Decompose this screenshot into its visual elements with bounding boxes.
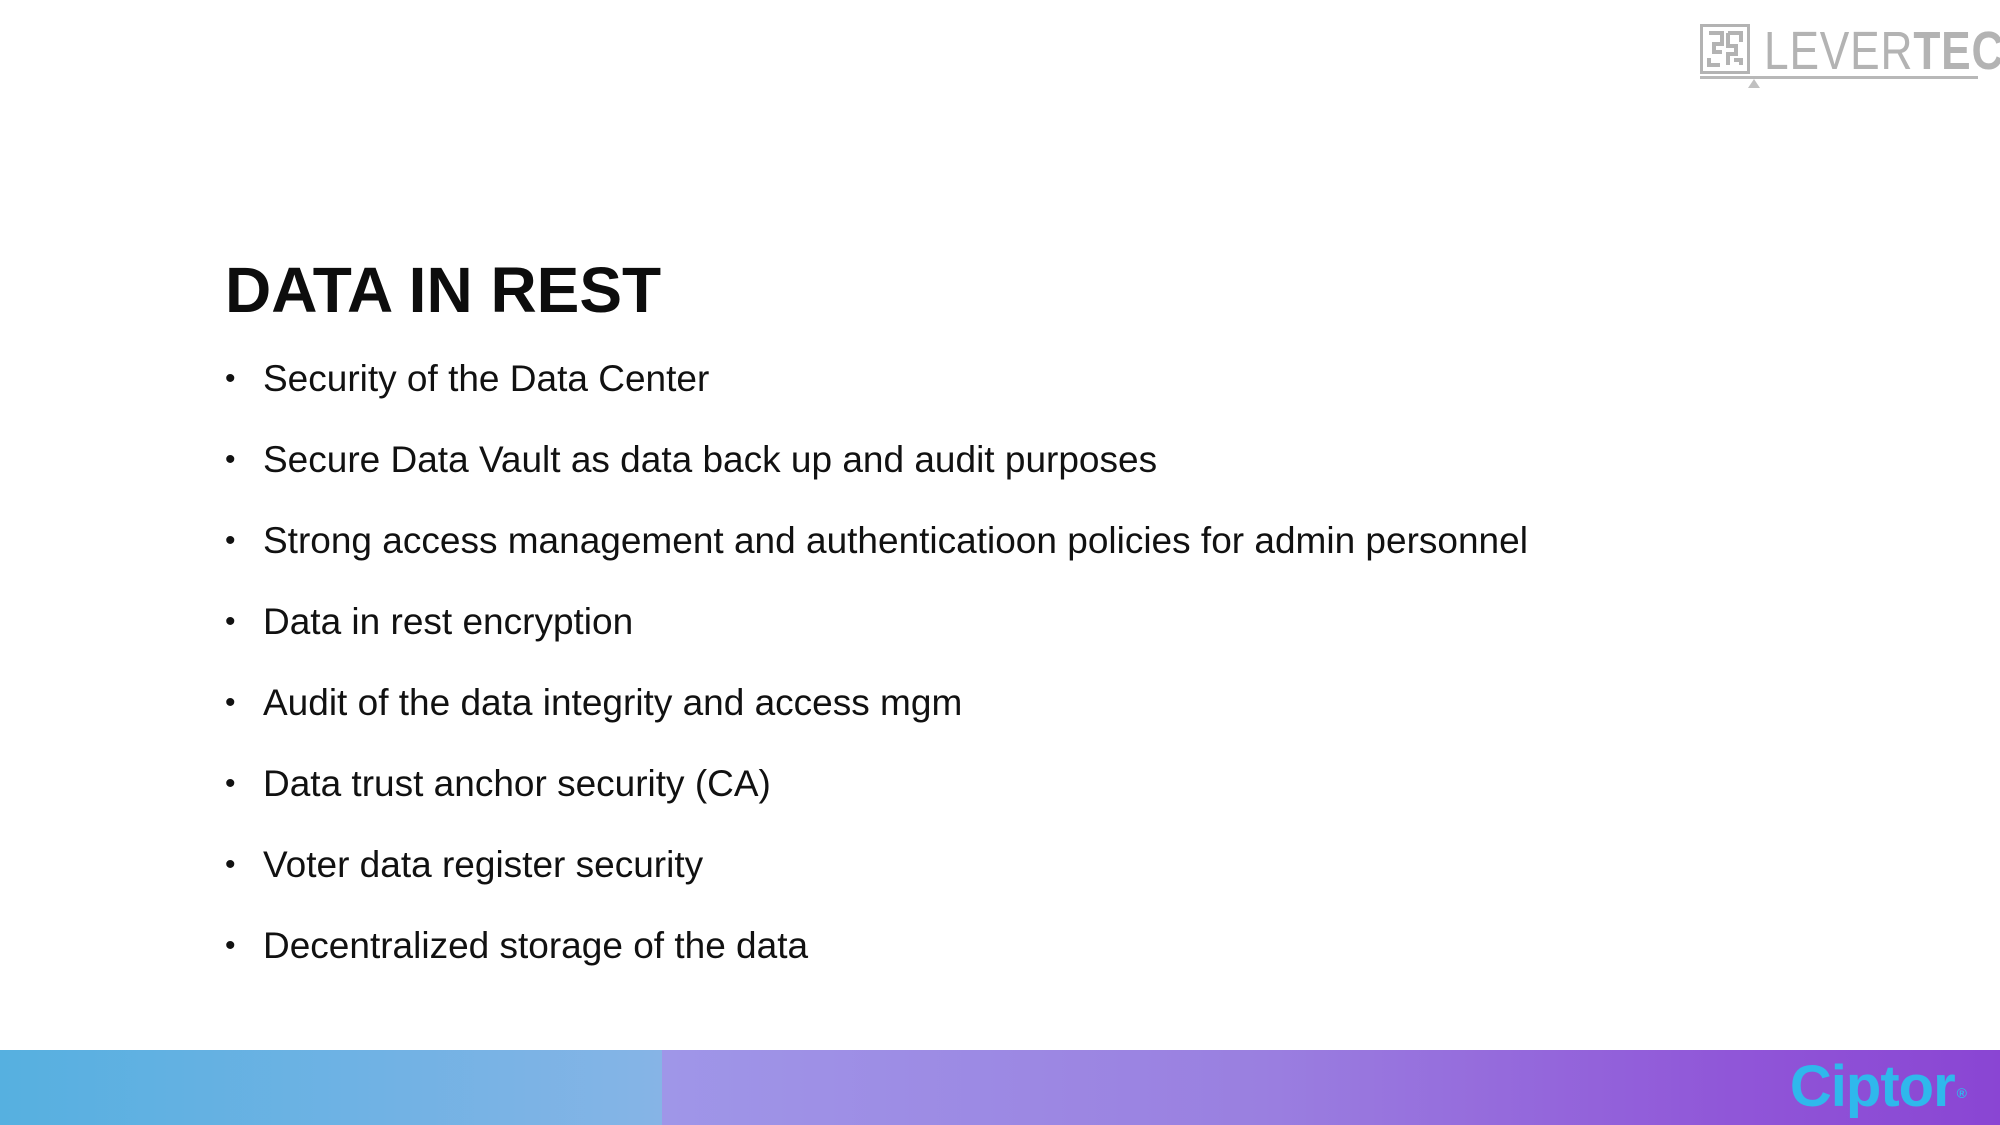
bullet-item: • Voter data register security bbox=[225, 842, 1528, 923]
bullet-item: • Strong access management and authentica… bbox=[225, 518, 1528, 599]
bullet-dot: • bbox=[225, 929, 236, 962]
brand-name: Ciptor bbox=[1789, 1054, 1956, 1119]
logo-text-bold: TECH bbox=[1913, 21, 2000, 81]
bullet-text: Strong access management and authenticat… bbox=[263, 520, 1528, 561]
bullet-item: • Decentralized storage of the data bbox=[225, 923, 1528, 1004]
logo-triangle bbox=[1748, 79, 1760, 88]
bullet-text: Voter data register security bbox=[263, 844, 704, 885]
logo-underline bbox=[1700, 76, 1978, 79]
logo-wordmark: LEVERTECH bbox=[1764, 20, 2000, 82]
brand-registered-mark: ® bbox=[1956, 1085, 1967, 1101]
bullet-list: • Security of the Data Center • Secure Dat… bbox=[225, 356, 1528, 1004]
bullet-item: • Data in rest encryption bbox=[225, 599, 1528, 680]
bullet-dot: • bbox=[225, 686, 236, 719]
bullet-item: • Data trust anchor security (CA) bbox=[225, 761, 1528, 842]
maze-square-icon bbox=[1700, 24, 1750, 74]
slide: LEVERTECH DATA IN REST • Security of the … bbox=[0, 0, 2000, 1125]
bullet-text: Secure Data Vault as data back up and au… bbox=[263, 439, 1158, 480]
logo-text-light: LEVER bbox=[1764, 21, 1914, 81]
bullet-text: Audit of the data integrity and access m… bbox=[263, 682, 963, 723]
levertech-logo: LEVERTECH bbox=[1698, 20, 2000, 92]
bullet-dot: • bbox=[225, 848, 236, 881]
bullet-dot: • bbox=[225, 605, 236, 638]
bullet-dot: • bbox=[225, 524, 236, 557]
bullet-item: • Audit of the data integrity and access … bbox=[225, 680, 1528, 761]
bullet-text: Security of the Data Center bbox=[263, 358, 710, 399]
bullet-dot: • bbox=[225, 362, 236, 395]
footer-band-left bbox=[0, 1050, 662, 1125]
bullet-item: • Secure Data Vault as data back up and a… bbox=[225, 437, 1528, 518]
bullet-text: Decentralized storage of the data bbox=[263, 925, 809, 966]
bullet-dot: • bbox=[225, 443, 236, 476]
slide-title: DATA IN REST bbox=[225, 254, 662, 326]
bullet-text: Data in rest encryption bbox=[263, 601, 634, 642]
bullet-text: Data trust anchor security (CA) bbox=[263, 763, 771, 804]
bullet-dot: • bbox=[225, 767, 236, 800]
ciptor-logo: Ciptor ® bbox=[1789, 1054, 1967, 1119]
footer-band bbox=[0, 1050, 2000, 1125]
bullet-item: • Security of the Data Center bbox=[225, 356, 1528, 437]
